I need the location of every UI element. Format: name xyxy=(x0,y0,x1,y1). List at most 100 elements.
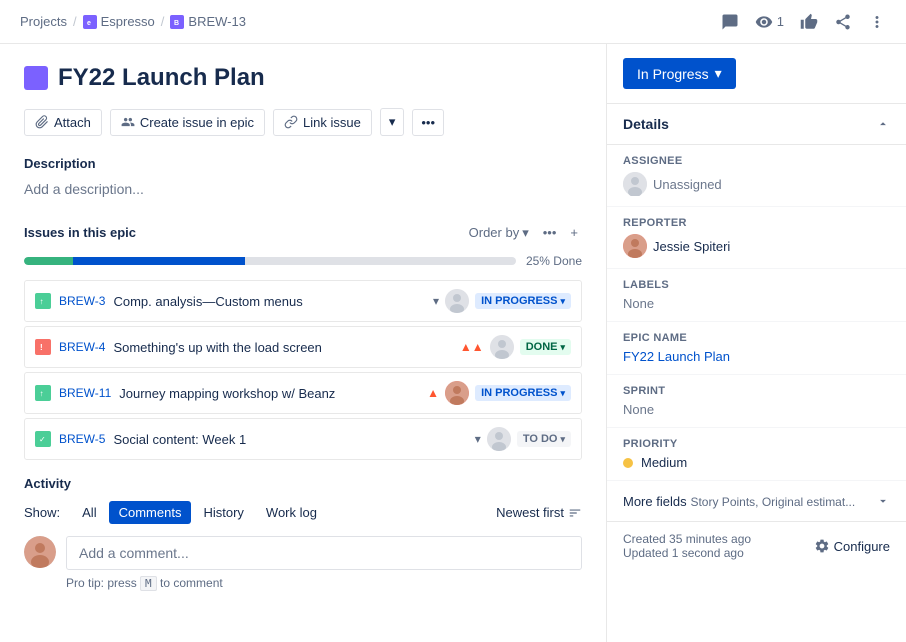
sprint-value[interactable]: None xyxy=(623,402,890,417)
assignee-avatar xyxy=(623,172,647,196)
svg-text:e: e xyxy=(87,20,91,27)
issue-key-brew4[interactable]: BREW-4 xyxy=(59,340,105,354)
assignee-value[interactable]: Unassigned xyxy=(623,172,890,196)
configure-label: Configure xyxy=(834,539,890,554)
detail-labels: Labels None xyxy=(607,269,906,322)
epic-name-label: Epic Name xyxy=(623,332,890,344)
avatar-brew11 xyxy=(445,381,469,405)
reporter-value[interactable]: Jessie Spiteri xyxy=(623,234,890,258)
status-button[interactable]: In Progress ▾ xyxy=(623,58,736,89)
tab-comments[interactable]: Comments xyxy=(109,501,192,524)
svg-text:!: ! xyxy=(40,343,43,352)
thumbs-up-icon[interactable] xyxy=(800,13,818,31)
watch-icon[interactable]: 1 xyxy=(755,13,784,31)
show-row: Show: All Comments History Work log Newe… xyxy=(24,501,582,524)
more-fields-label: More fields xyxy=(623,494,687,509)
status-badge-brew11[interactable]: IN PROGRESS ▾ xyxy=(475,385,571,401)
labels-label: Labels xyxy=(623,279,890,291)
pro-tip: Pro tip: press M to comment xyxy=(66,576,582,590)
progress-green xyxy=(24,257,73,265)
breadcrumb-sep1: / xyxy=(73,14,77,29)
link-issue-button[interactable]: Link issue xyxy=(273,109,372,136)
order-by-chevron: ▾ xyxy=(522,225,529,241)
main-layout: FY22 Launch Plan Attach Create issue in … xyxy=(0,44,906,642)
more-fields-expand-icon xyxy=(876,494,890,508)
order-by-button[interactable]: Order by ▾ xyxy=(465,223,533,243)
issues-title: Issues in this epic xyxy=(24,225,136,240)
left-panel: FY22 Launch Plan Attach Create issue in … xyxy=(0,44,606,642)
details-title: Details xyxy=(623,116,669,132)
priority-up-icon: ▲▲ xyxy=(460,340,484,354)
comment-input[interactable]: Add a comment... xyxy=(66,536,582,570)
order-by-label: Order by xyxy=(469,225,520,240)
pro-tip-text: Pro tip: press xyxy=(66,576,137,590)
tab-history[interactable]: History xyxy=(193,501,253,524)
issue-key-brew11[interactable]: BREW-11 xyxy=(59,386,111,400)
tab-worklog[interactable]: Work log xyxy=(256,501,327,524)
priority-down-icon: ▾ xyxy=(433,294,439,308)
epic-name-value[interactable]: FY22 Launch Plan xyxy=(623,349,890,364)
status-label: In Progress xyxy=(637,66,709,82)
priority-up2-icon: ▲ xyxy=(427,386,439,400)
assignee-label: Assignee xyxy=(623,155,890,167)
breadcrumb-espresso-link[interactable]: Espresso xyxy=(101,14,155,29)
nav-actions: 1 xyxy=(721,13,886,31)
issues-more-button[interactable]: ••• xyxy=(539,221,561,244)
priority-dot-icon xyxy=(623,458,633,468)
description-placeholder[interactable]: Add a description... xyxy=(24,177,582,201)
status-chevron: ▾ xyxy=(715,65,722,82)
detail-reporter: Reporter Jessie Spiteri xyxy=(607,207,906,269)
issue-summary-brew11: Journey mapping workshop w/ Beanz xyxy=(119,386,419,401)
breadcrumb-brew[interactable]: B BREW-13 xyxy=(170,14,246,29)
newest-first-button[interactable]: Newest first xyxy=(496,505,582,520)
comment-row: Add a comment... xyxy=(24,536,582,570)
avatar-brew4 xyxy=(490,335,514,359)
tab-all[interactable]: All xyxy=(72,501,106,524)
status-badge-brew4[interactable]: DONE ▾ xyxy=(520,339,571,355)
details-header[interactable]: Details xyxy=(607,104,906,145)
labels-value[interactable]: None xyxy=(623,296,890,311)
progress-bar xyxy=(24,257,516,265)
issue-actions-brew3: ▾ IN PROGRESS ▾ xyxy=(433,289,571,313)
newest-first-label: Newest first xyxy=(496,505,564,520)
svg-text:↑: ↑ xyxy=(40,297,44,306)
sprint-text: None xyxy=(623,402,654,417)
configure-button[interactable]: Configure xyxy=(814,538,890,554)
priority-value[interactable]: Medium xyxy=(623,455,890,470)
more-actions-dropdown[interactable]: ▾ xyxy=(380,108,405,136)
attach-button[interactable]: Attach xyxy=(24,109,102,136)
issue-type-icon-brew3: ↑ xyxy=(35,293,51,309)
breadcrumb-brew-link[interactable]: BREW-13 xyxy=(188,14,246,29)
status-badge-brew3[interactable]: IN PROGRESS ▾ xyxy=(475,293,571,309)
updated-text: Updated 1 second ago xyxy=(623,546,751,560)
comment-user-avatar xyxy=(24,536,56,568)
announce-icon[interactable] xyxy=(721,13,739,31)
detail-assignee: Assignee Unassigned xyxy=(607,145,906,207)
issue-key-brew5[interactable]: BREW-5 xyxy=(59,432,105,446)
details-collapse-icon xyxy=(876,117,890,131)
breadcrumb-projects[interactable]: Projects xyxy=(20,14,67,29)
issues-add-button[interactable]: + xyxy=(566,221,582,244)
breadcrumb-espresso[interactable]: e Espresso xyxy=(83,14,155,29)
issue-key-brew3[interactable]: BREW-3 xyxy=(59,294,105,308)
breadcrumb-sep2: / xyxy=(161,14,165,29)
timestamps: Created 35 minutes ago Updated 1 second … xyxy=(623,532,751,560)
avatar-brew5 xyxy=(487,427,511,451)
share-icon[interactable] xyxy=(834,13,852,31)
create-issue-button[interactable]: Create issue in epic xyxy=(110,109,265,136)
more-actions-button[interactable]: ••• xyxy=(412,109,444,136)
description-label: Description xyxy=(24,156,582,171)
status-badge-brew5[interactable]: TO DO ▾ xyxy=(517,431,571,447)
reporter-text: Jessie Spiteri xyxy=(653,239,730,254)
table-row: ✓ BREW-5 Social content: Week 1 ▾ TO DO … xyxy=(24,418,582,460)
progress-text: 25% Done xyxy=(526,254,582,268)
more-fields-text: More fields Story Points, Original estim… xyxy=(623,493,855,509)
priority-down2-icon: ▾ xyxy=(475,432,481,446)
breadcrumb: Projects / e Espresso / B BREW-13 xyxy=(20,14,246,29)
issues-header: Issues in this epic Order by ▾ ••• + xyxy=(24,221,582,244)
more-fields[interactable]: More fields Story Points, Original estim… xyxy=(607,481,906,522)
issue-summary-brew5: Social content: Week 1 xyxy=(113,432,466,447)
page-title-row: FY22 Launch Plan xyxy=(24,64,582,92)
more-icon[interactable] xyxy=(868,13,886,31)
status-btn-container: In Progress ▾ xyxy=(607,44,906,104)
